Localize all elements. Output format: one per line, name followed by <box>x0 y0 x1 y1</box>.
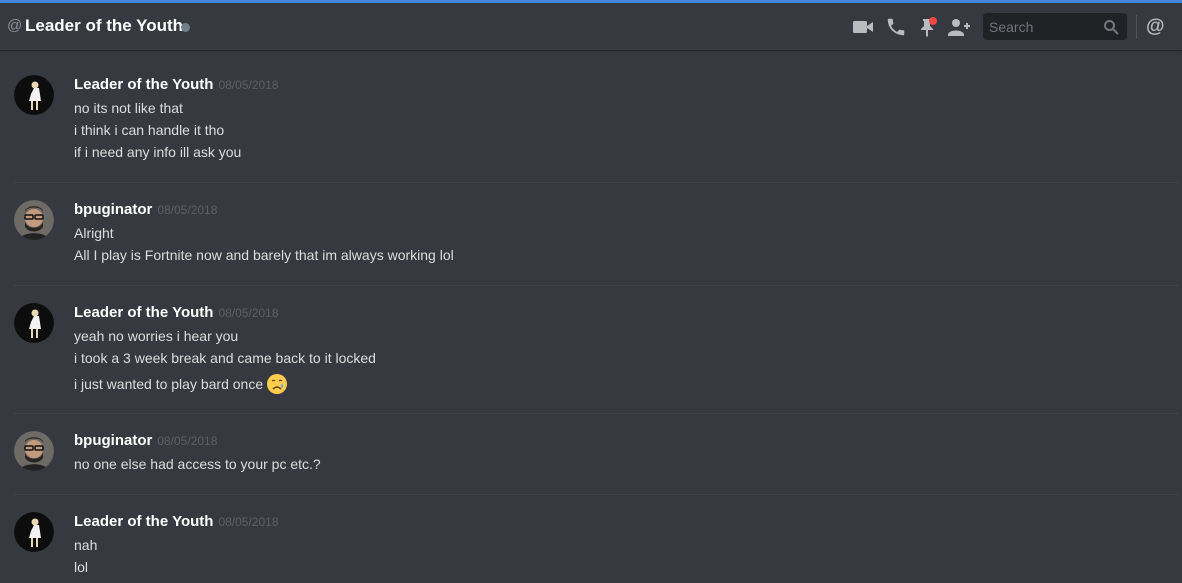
author-name[interactable]: Leader of the Youth <box>74 513 213 530</box>
video-call-icon[interactable] <box>852 16 874 38</box>
pinned-messages-icon[interactable] <box>918 16 940 38</box>
author-name[interactable]: bpuginator <box>74 432 152 449</box>
message-line-with-emoji: i just wanted to play bard once <box>74 373 288 395</box>
message-divider <box>14 494 1178 495</box>
message-author[interactable]: Leader of the Youth 08/05/2018 <box>74 76 279 93</box>
author-name[interactable]: bpuginator <box>74 201 152 218</box>
phone-call-icon[interactable] <box>885 16 907 38</box>
message-line: yeah no worries i hear you <box>74 328 239 344</box>
message-line: Alright <box>74 225 114 241</box>
message-author[interactable]: Leader of the Youth 08/05/2018 <box>74 513 279 530</box>
message-divider <box>14 285 1178 286</box>
search-icon[interactable] <box>1103 19 1119 35</box>
message-line: nah <box>74 537 98 553</box>
message-line: no one else had access to your pc etc.? <box>74 456 321 472</box>
add-friend-icon[interactable] <box>948 16 970 38</box>
message-list[interactable]: Leader of the Youth 08/05/2018 no its not… <box>0 50 1182 583</box>
message-timestamp: 08/05/2018 <box>157 203 218 217</box>
message-timestamp: 08/05/2018 <box>157 434 218 448</box>
header-divider <box>1136 15 1137 39</box>
message-line: i think i can handle it tho <box>74 122 225 138</box>
message-line: All I play is Fortnite now and barely th… <box>74 247 454 263</box>
author-name[interactable]: Leader of the Youth <box>74 76 213 93</box>
message-line: i took a 3 week break and came back to i… <box>74 350 376 366</box>
avatar[interactable] <box>14 75 54 115</box>
message-line: if i need any info ill ask you <box>74 144 242 160</box>
channel-title: Leader of the Youth <box>25 16 184 35</box>
message-line: lol <box>74 559 89 575</box>
dm-at-symbol: @ <box>7 17 23 34</box>
channel-header: @ Leader of the Youth @ <box>0 3 1182 50</box>
avatar[interactable] <box>14 303 54 343</box>
status-indicator <box>181 23 190 32</box>
message-timestamp: 08/05/2018 <box>218 515 279 529</box>
message-author[interactable]: bpuginator 08/05/2018 <box>74 201 217 218</box>
author-name[interactable]: Leader of the Youth <box>74 304 213 321</box>
message-author[interactable]: bpuginator 08/05/2018 <box>74 432 217 449</box>
message-divider <box>14 413 1178 414</box>
avatar[interactable] <box>14 512 54 552</box>
message-line: no its not like that <box>74 100 183 116</box>
avatar[interactable] <box>14 431 54 471</box>
message-divider <box>14 182 1178 183</box>
message-timestamp: 08/05/2018 <box>218 78 279 92</box>
mentions-icon[interactable]: @ <box>1146 16 1166 38</box>
avatar[interactable] <box>14 200 54 240</box>
message-timestamp: 08/05/2018 <box>218 306 279 320</box>
message-text: i just wanted to play bard once <box>74 376 264 392</box>
message-author[interactable]: Leader of the Youth 08/05/2018 <box>74 304 279 321</box>
crying-face-emoji-icon[interactable] <box>266 373 288 395</box>
